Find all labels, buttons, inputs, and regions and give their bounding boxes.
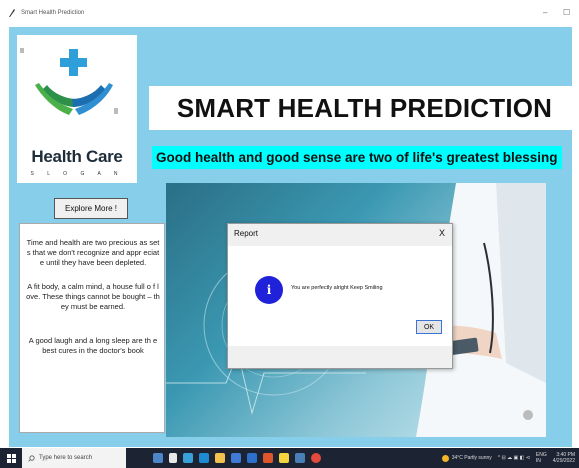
dialog-close-button[interactable]: X <box>439 228 445 238</box>
app-window: Smart Health Prediction – ☐ Health Care … <box>0 0 579 448</box>
app-icon-taskview[interactable] <box>169 453 177 463</box>
title-bar: Smart Health Prediction – ☐ <box>0 0 579 26</box>
windows-icon <box>6 453 16 463</box>
title-banner: SMART HEALTH PREDICTION <box>149 86 579 130</box>
app-icon-explorer[interactable] <box>215 453 225 463</box>
page-title: SMART HEALTH PREDICTION <box>176 92 553 123</box>
dialog-title: Report <box>234 229 259 238</box>
app-icon-chrome[interactable] <box>311 453 321 463</box>
sun-icon <box>441 454 449 462</box>
app-icon-notes[interactable] <box>279 453 289 463</box>
app-icon-widgets[interactable] <box>183 453 193 463</box>
app-icon-office[interactable] <box>263 453 273 463</box>
brand-name: Health Care <box>31 147 123 166</box>
search-icon <box>28 454 35 462</box>
maximize-button[interactable]: ☐ <box>563 8 570 17</box>
search-placeholder: Type here to search <box>39 455 93 461</box>
report-dialog: Report X i You are perfectly alright Kee… <box>227 223 453 369</box>
language-indicator[interactable]: ENG IN <box>536 452 547 464</box>
app-icon-mail[interactable] <box>247 453 257 463</box>
app-icon-store[interactable] <box>231 453 241 463</box>
brand-slogan: S L O G A N <box>30 171 124 177</box>
taskbar: Type here to search 34°C Partly sunny ^ … <box>0 448 579 468</box>
clock[interactable]: 3:40 PM 4/29/2022 <box>553 452 575 464</box>
minimize-button[interactable]: – <box>543 8 547 17</box>
app-icon-python[interactable] <box>295 453 305 463</box>
quote-text: Time and health are two precious as sets… <box>26 238 160 267</box>
quotes-panel: Time and health are two precious as sets… <box>19 223 165 433</box>
quote-text: A fit body, a calm mind, a house full o … <box>26 282 160 311</box>
logo: Health Care S L O G A N <box>17 35 137 183</box>
app-icon-edge[interactable] <box>199 453 209 463</box>
taskbar-apps <box>150 453 324 463</box>
window-title: Smart Health Prediction <box>21 10 85 16</box>
health-logo-icon <box>20 48 118 115</box>
dialog-message: You are perfectly alright Keep Smiling <box>291 285 383 291</box>
ok-button[interactable]: OK <box>416 320 442 334</box>
system-tray: 34°C Partly sunny ^ ⊟ ☁ ▣ ◧ ⊲ ENG IN 3:4… <box>441 448 575 468</box>
taskbar-search-input[interactable]: Type here to search <box>22 448 126 468</box>
date: 4/29/2022 <box>552 458 575 464</box>
info-icon: i <box>255 276 283 304</box>
start-button[interactable] <box>0 448 22 468</box>
tagline-text: Good health and good sense are two of li… <box>156 150 558 165</box>
app-icon-weather[interactable] <box>153 453 163 463</box>
weather-status[interactable]: 34°C Partly sunny <box>452 455 492 461</box>
tagline-banner: Good health and good sense are two of li… <box>152 146 562 169</box>
tray-icons[interactable]: ^ ⊟ ☁ ▣ ◧ ⊲ <box>498 455 530 461</box>
main-content: Health Care S L O G A N SMART HEALTH PRE… <box>9 27 579 447</box>
explore-more-button[interactable]: Explore More ! <box>54 198 128 219</box>
feather-icon <box>9 9 15 17</box>
quote-text: A good laugh and a long sleep are th e b… <box>28 336 158 355</box>
